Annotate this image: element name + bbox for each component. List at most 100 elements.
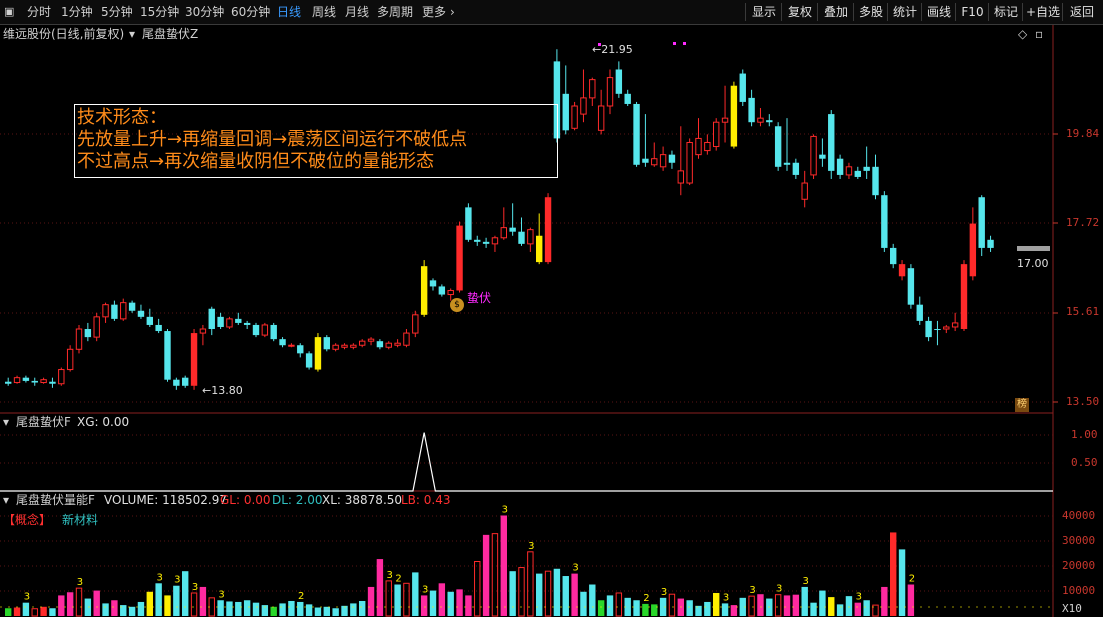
candle-body (394, 342, 401, 346)
volume-bar (651, 604, 658, 616)
volume-bar (226, 601, 233, 616)
volume-label: 3 (156, 572, 162, 583)
xl-value: XL: 38878.50 (322, 493, 403, 507)
volume-bar (509, 571, 516, 616)
volume-label: 3 (776, 584, 782, 595)
candle-body (75, 328, 83, 350)
chart-canvas[interactable]: 33 3 333 23 233332333 3332 (0, 0, 1103, 617)
candle-body (536, 235, 543, 263)
candle-body (376, 341, 384, 348)
candle-body (182, 377, 189, 386)
candle-body (544, 197, 552, 263)
candle-body (890, 247, 897, 265)
volume-panel-title[interactable]: 尾盘蛰伏量能F (16, 493, 95, 507)
candle-body (739, 73, 746, 102)
volume-bar (75, 587, 83, 617)
price-tick: 17.72 (1066, 216, 1100, 229)
candle-body (606, 77, 614, 107)
candle-body (854, 170, 861, 177)
volume-bar (792, 594, 800, 616)
signal-panel-title[interactable]: 尾盘蛰伏F (16, 415, 71, 429)
volume-bar (199, 586, 207, 616)
candle-body (429, 280, 437, 287)
annotation-box: 技术形态： 先放量上升→再缩量回调→震荡区间运行不破低点 不过高点→再次缩量收阴… (74, 104, 558, 178)
candle-body (385, 342, 392, 348)
volume-bar (606, 595, 614, 616)
volume-bar (40, 606, 47, 616)
candle-body (199, 328, 207, 334)
volume-label: 2 (298, 591, 304, 602)
candle-body (730, 85, 738, 147)
candle-body (713, 121, 720, 148)
candle-body (84, 329, 92, 338)
candle-body (102, 304, 109, 318)
panel-window-icon[interactable]: ▫ (1035, 27, 1043, 41)
candle-body (721, 117, 729, 123)
volume-label: 3 (528, 541, 534, 552)
volume-tick: 10000 (1062, 584, 1096, 597)
volume-label: 2 (909, 574, 915, 585)
volume-label: 3 (572, 563, 578, 574)
volume-bar (721, 603, 729, 616)
volume-unit: X10 (1062, 602, 1082, 615)
volume-bar (288, 600, 295, 616)
candle-body (137, 310, 145, 317)
candle-body (146, 316, 153, 325)
candle-body (49, 381, 56, 384)
candle-body (527, 229, 534, 245)
annotation-line: 先放量上升→再缩量回调→震荡区间运行不破低点 (77, 129, 468, 150)
volume-tick: 20000 (1062, 559, 1096, 572)
volume-bar (22, 602, 30, 616)
candle-body (704, 141, 711, 152)
low-price-label: ←13.80 (202, 384, 243, 397)
candle-body (916, 304, 923, 321)
candle-body (668, 154, 676, 163)
candle-body (960, 264, 968, 330)
volume-bar (863, 600, 870, 616)
candle-body (190, 333, 198, 386)
money-bag-icon: $ (450, 298, 464, 312)
current-price-marker (1017, 246, 1050, 251)
signal-tick: 1.00 (1071, 428, 1098, 441)
candle-body (403, 332, 410, 346)
signal-label: 蛰伏 (467, 291, 492, 305)
candle-body (288, 344, 295, 347)
volume-label: 3 (387, 570, 393, 581)
candle-body (518, 231, 525, 244)
candle-body (13, 377, 21, 384)
candle-body (792, 162, 800, 175)
volume-bar (783, 595, 791, 616)
candle-body (642, 158, 649, 163)
candle-body (651, 158, 658, 166)
volume-bar (633, 600, 640, 616)
volume-bar (420, 595, 428, 616)
diamond-icon[interactable]: ◇ (1018, 27, 1027, 41)
candle-body (509, 227, 516, 232)
candle-body (447, 289, 454, 296)
marker-dot (683, 42, 686, 45)
candle-body (350, 344, 357, 348)
candle-body (465, 207, 472, 240)
volume-bar (190, 592, 198, 617)
candle-body (31, 380, 38, 383)
candle-body (766, 120, 773, 123)
signal-panel-dropdown-icon[interactable]: ▾ (3, 415, 9, 429)
price-tick: 19.84 (1066, 127, 1100, 140)
volume-bar (111, 600, 118, 616)
marker-dot (673, 42, 676, 45)
volume-bar (49, 608, 56, 616)
volume-bar (305, 604, 313, 616)
concept-value[interactable]: 新材料 (62, 513, 98, 527)
volume-panel-dropdown-icon[interactable]: ▾ (3, 493, 9, 507)
indicator-dropdown-icon[interactable]: ▾ (129, 27, 135, 41)
candle-body (580, 97, 587, 115)
candle-body (243, 322, 251, 325)
candle-body (633, 103, 640, 165)
main-indicator-name[interactable]: 尾盘蛰伏Z (142, 27, 198, 41)
candle-body (164, 331, 171, 380)
candle-body (943, 326, 950, 330)
volume-bar (403, 582, 410, 617)
rank-badge[interactable]: 榜 (1015, 398, 1029, 412)
candle-body (615, 69, 623, 94)
candle-body (828, 114, 835, 171)
